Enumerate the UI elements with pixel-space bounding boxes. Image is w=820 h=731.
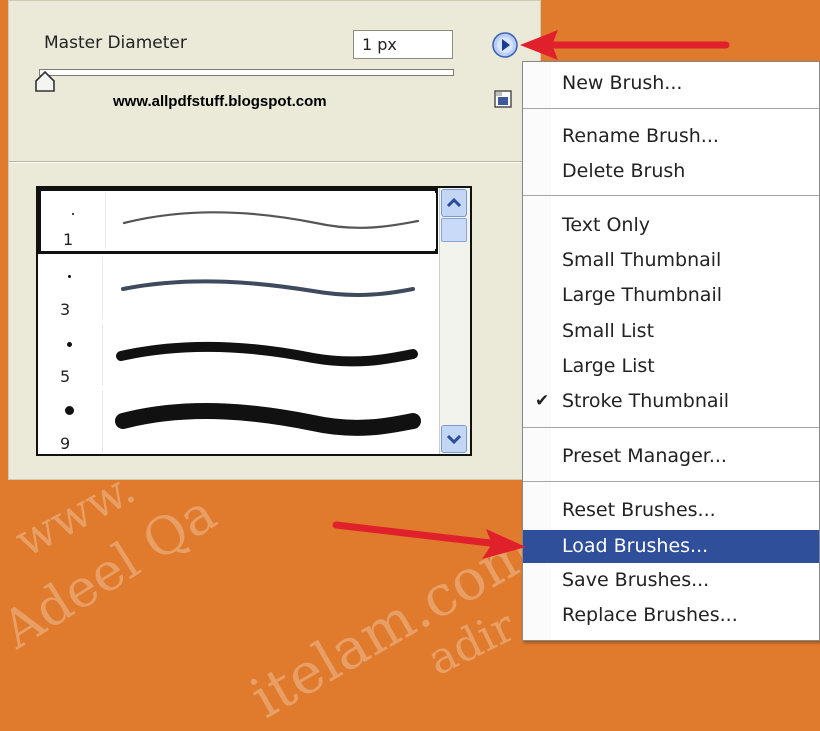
brush-row-9[interactable]: 9 [38, 389, 438, 455]
scroll-thumb[interactable] [441, 218, 467, 242]
new-preset-icon[interactable] [493, 89, 513, 109]
diameter-slider-track[interactable] [39, 69, 454, 76]
brush-tip-preview: 9 [38, 389, 100, 455]
brush-size-label: 1 [63, 230, 74, 249]
brush-tip-preview: 3 [38, 255, 100, 321]
brush-list-scrollbar[interactable] [439, 188, 470, 454]
menu-item-new-brush[interactable]: New Brush... [523, 67, 819, 100]
pointer-arrow-load-brushes [332, 521, 526, 559]
panel-divider [9, 161, 540, 163]
brush-row-3[interactable]: 3 [38, 255, 438, 321]
brush-row-5[interactable]: 5 [38, 322, 438, 388]
brushes-flyout-menu: New Brush... Rename Brush... Delete Brus… [522, 61, 820, 641]
menu-item-save-brushes[interactable]: Save Brushes... [523, 564, 819, 597]
brush-stroke-preview [105, 193, 436, 249]
menu-item-preset-manager[interactable]: Preset Manager... [523, 440, 819, 473]
checkmark-icon: ✔ [535, 391, 550, 411]
menu-item-replace-brushes[interactable]: Replace Brushes... [523, 599, 819, 632]
diameter-slider-thumb[interactable] [34, 71, 56, 93]
menu-item-small-thumbnail[interactable]: Small Thumbnail [523, 244, 819, 277]
menu-separator [523, 195, 819, 196]
menu-item-text-only[interactable]: Text Only [523, 209, 819, 242]
menu-item-load-brushes[interactable]: Load Brushes... [523, 530, 819, 563]
brush-stroke-preview [102, 391, 433, 453]
diameter-input[interactable]: 1 px [353, 30, 453, 59]
brush-size-label: 3 [60, 300, 71, 319]
scroll-down-button[interactable] [441, 425, 467, 453]
brush-tip-preview: 1 [41, 191, 103, 251]
brush-tip-preview: 5 [38, 322, 100, 388]
menu-item-large-list[interactable]: Large List [523, 350, 819, 383]
menu-item-small-list[interactable]: Small List [523, 315, 819, 348]
brush-stroke-preview [102, 324, 433, 386]
menu-separator [523, 481, 819, 482]
menu-item-large-thumbnail[interactable]: Large Thumbnail [523, 279, 819, 312]
brush-size-label: 5 [60, 367, 71, 386]
menu-item-reset-brushes[interactable]: Reset Brushes... [523, 494, 819, 527]
master-diameter-label: Master Diameter [44, 33, 187, 53]
pointer-arrow-menu-button [520, 30, 730, 60]
menu-separator [523, 108, 819, 109]
chevron-down-icon [446, 434, 462, 445]
scroll-up-button[interactable] [441, 189, 467, 217]
menu-item-rename-brush[interactable]: Rename Brush... [523, 120, 819, 153]
brush-stroke-preview [102, 257, 433, 319]
menu-item-stroke-thumbnail[interactable]: ✔ Stroke Thumbnail [523, 385, 819, 418]
menu-item-delete-brush[interactable]: Delete Brush [523, 155, 819, 188]
brushes-panel: Master Diameter 1 px www.allpdfstuff.blo… [8, 0, 541, 480]
menu-separator [523, 427, 819, 428]
brush-row-1[interactable]: 1 [38, 188, 438, 254]
brush-list: 1 3 5 9 [36, 186, 472, 456]
website-caption: www.allpdfstuff.blogspot.com [113, 93, 327, 110]
brush-size-label: 9 [60, 434, 71, 453]
chevron-up-icon [446, 197, 462, 208]
